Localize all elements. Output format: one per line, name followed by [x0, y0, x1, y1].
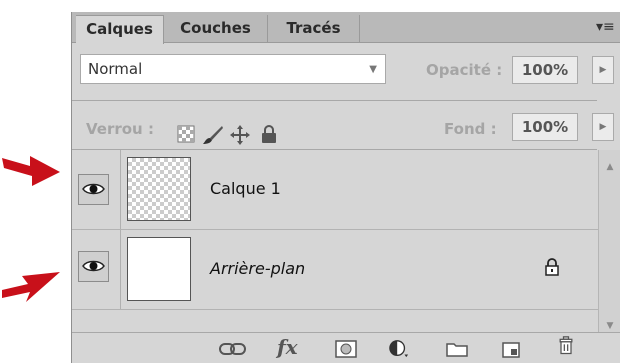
lock-position-icon[interactable] — [229, 124, 251, 146]
bottom-toolbar: fx — [72, 332, 620, 363]
scroll-down-icon[interactable]: ▼ — [599, 321, 620, 331]
layer-thumbnail — [127, 157, 191, 221]
annotation-arrow-2 — [2, 272, 60, 302]
blend-mode-select[interactable]: Normal ▼ — [80, 54, 386, 84]
tab-couches[interactable]: Couches — [164, 15, 268, 43]
chevron-down-icon: ▼ — [369, 64, 377, 75]
lock-icon — [545, 258, 559, 276]
layer-visibility-toggle[interactable] — [78, 251, 109, 282]
layer-name[interactable]: Calque 1 — [210, 179, 281, 198]
eye-icon — [82, 183, 105, 195]
lock-pixels-icon[interactable] — [202, 124, 224, 146]
layers-scrollbar[interactable]: ▲ ▼ — [598, 150, 620, 339]
layers-panel: Calques Couches Tracés ▾≡ Normal ▼ Opaci… — [71, 12, 620, 363]
adjustment-layer-icon[interactable] — [386, 339, 412, 359]
trash-icon[interactable] — [556, 336, 576, 356]
lock-transparency-icon[interactable] — [176, 124, 196, 144]
new-layer-icon[interactable] — [500, 339, 522, 359]
panel-menu-icon[interactable]: ▾≡ — [596, 18, 615, 36]
eye-icon — [82, 260, 105, 272]
layer-name[interactable]: Arrière-plan — [210, 259, 305, 278]
opacity-label: Opacité : — [426, 61, 503, 79]
scroll-up-icon[interactable]: ▲ — [599, 162, 620, 172]
new-group-icon[interactable] — [445, 339, 469, 359]
lock-all-icon[interactable] — [260, 124, 278, 144]
fill-field[interactable]: 100% — [512, 113, 578, 141]
layer-thumbnail — [127, 237, 191, 301]
layer-visibility-toggle[interactable] — [78, 174, 109, 205]
annotation-arrow-1 — [2, 156, 60, 186]
divider — [72, 100, 597, 101]
fill-stepper[interactable]: ▶ — [592, 113, 614, 141]
tab-traces[interactable]: Tracés — [268, 15, 360, 43]
link-layers-icon[interactable] — [218, 339, 248, 359]
tab-calques[interactable]: Calques — [76, 15, 164, 44]
tab-bar: Calques Couches Tracés ▾≡ — [72, 12, 620, 44]
layer-mask-icon[interactable] — [334, 339, 358, 359]
layer-row-arriere-plan[interactable]: Arrière-plan — [72, 230, 598, 310]
layer-row-calque-1[interactable]: Calque 1 — [72, 150, 598, 230]
fx-icon[interactable]: fx — [277, 335, 298, 359]
blend-mode-value: Normal — [88, 60, 143, 78]
fill-label: Fond : — [444, 120, 497, 138]
opacity-field[interactable]: 100% — [512, 56, 578, 84]
visibility-column-divider — [120, 230, 121, 309]
visibility-column-divider — [120, 150, 121, 229]
lock-label: Verrou : — [86, 120, 154, 138]
opacity-stepper[interactable]: ▶ — [592, 56, 614, 84]
